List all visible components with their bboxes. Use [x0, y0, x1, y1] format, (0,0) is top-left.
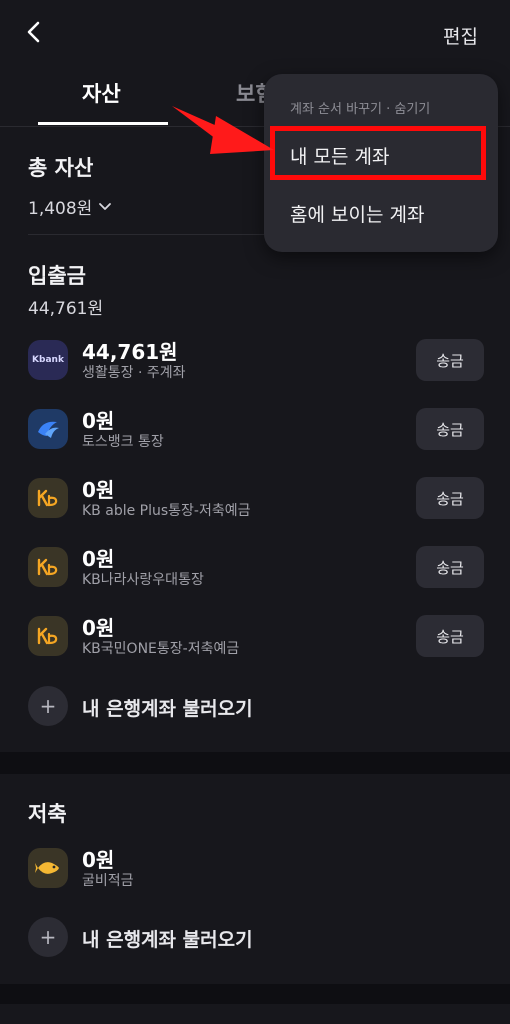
section-separator [0, 752, 510, 774]
kbank-logo-icon: Kbank [28, 340, 68, 380]
active-tab-indicator [38, 122, 168, 125]
list-item[interactable]: 0원 굴비적금 [28, 846, 484, 890]
chevron-down-icon [99, 202, 112, 210]
list-item[interactable]: Kbank 44,761원 생활통장 · 주계좌 송금 [28, 338, 484, 382]
total-assets-title: 총 자산 [28, 156, 94, 180]
list-item[interactable]: 0원 KB able Plus통장-저축예금 송금 [28, 476, 484, 520]
deposit-section-title: 입출금 [28, 264, 86, 288]
tab-assets[interactable]: 자산 [82, 78, 121, 108]
pointer-arrow-icon [172, 106, 274, 154]
list-item[interactable]: 0원 토스뱅크 통장 송금 [28, 407, 484, 451]
account-name: 굴비적금 [82, 873, 134, 889]
account-name: 생활통장 · 주계좌 [82, 365, 186, 381]
highlight-annotation [270, 126, 486, 180]
menu-item-home-accounts[interactable]: 홈에 보이는 계좌 [290, 200, 424, 227]
kb-logo-icon [28, 616, 68, 656]
list-item[interactable]: 0원 KB국민ONE통장-저축예금 송금 [28, 614, 484, 658]
list-item[interactable]: 0원 KB나라사랑우대통장 송금 [28, 545, 484, 589]
import-bank-account-button[interactable]: + 내 은행계좌 불러오기 [28, 917, 484, 957]
asset-screen: 편집 자산 보험 총 자산 1,408원 입출금 44,761원 Kbank 4… [0, 0, 510, 1024]
import-bank-account-button[interactable]: + 내 은행계좌 불러오기 [28, 686, 484, 726]
account-balance: 44,761원 [82, 340, 178, 364]
account-name: KB나라사랑우대통장 [82, 572, 204, 588]
account-name: 토스뱅크 통장 [82, 434, 164, 450]
kb-logo-icon [28, 547, 68, 587]
account-balance: 0원 [82, 409, 115, 433]
send-button[interactable]: 송금 [416, 546, 484, 588]
send-button[interactable]: 송금 [416, 615, 484, 657]
send-button[interactable]: 송금 [416, 339, 484, 381]
toss-logo-icon [28, 409, 68, 449]
account-name: KB able Plus통장-저축예금 [82, 503, 251, 519]
edit-button[interactable]: 편집 [443, 22, 478, 49]
account-name: KB국민ONE통장-저축예금 [82, 641, 240, 657]
fish-icon [28, 848, 68, 888]
savings-section-title: 저축 [28, 802, 67, 826]
section-separator [0, 984, 510, 1004]
account-balance: 0원 [82, 478, 115, 502]
menu-header: 계좌 순서 바꾸기 · 숨기기 [290, 102, 431, 117]
total-assets-amount[interactable]: 1,408원 [28, 194, 112, 219]
send-button[interactable]: 송금 [416, 408, 484, 450]
account-balance: 0원 [82, 616, 115, 640]
deposit-total: 44,761원 [28, 299, 104, 319]
kb-logo-icon [28, 478, 68, 518]
top-bar: 편집 [0, 0, 510, 64]
back-button[interactable] [18, 16, 50, 48]
total-assets-value: 1,408원 [28, 199, 93, 219]
import-bank-account-label: 내 은행계좌 불러오기 [82, 929, 253, 951]
send-button[interactable]: 송금 [416, 477, 484, 519]
total-assets: 총 자산 1,408원 [28, 152, 112, 219]
plus-icon: + [28, 917, 68, 957]
account-balance: 0원 [82, 848, 115, 872]
import-bank-account-label: 내 은행계좌 불러오기 [82, 698, 253, 720]
chevron-left-icon [27, 21, 40, 43]
account-balance: 0원 [82, 547, 115, 571]
plus-icon: + [28, 686, 68, 726]
